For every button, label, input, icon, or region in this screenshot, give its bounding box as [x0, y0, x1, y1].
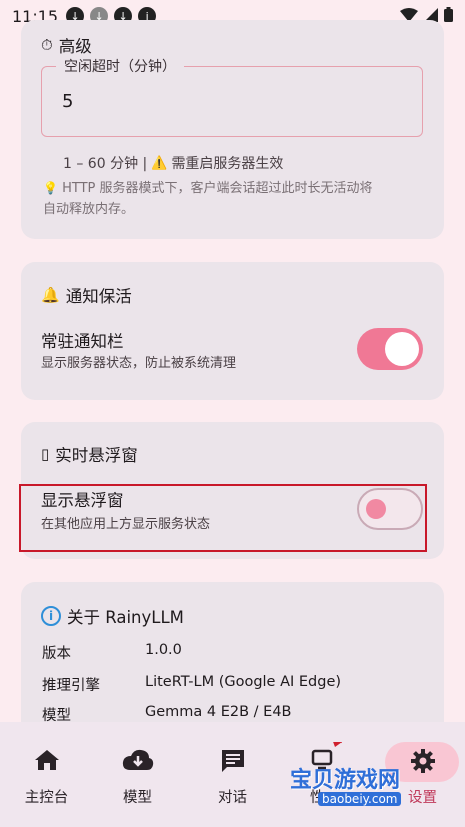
- persistent-notification-toggle[interactable]: [357, 328, 423, 370]
- model-value: Gemma 4 E2B / E4B: [145, 704, 292, 720]
- watermark-logo: 宝贝游戏网 baobeiy.com: [290, 742, 440, 806]
- home-icon: [0, 748, 93, 778]
- about-title-text: 关于 RainyLLM: [67, 608, 184, 627]
- floating-window-title: ▯ 实时悬浮窗: [41, 442, 138, 466]
- idle-info-line1: HTTP 服务器模式下，客户端会话超过此时长无活动将: [62, 181, 373, 196]
- nav-label-chat: 对话: [218, 790, 247, 806]
- version-label: 版本: [42, 646, 71, 662]
- lightbulb-icon: 💡: [43, 181, 58, 195]
- highlight-annotation-box: [19, 484, 427, 552]
- warning-icon: ⚠️: [151, 155, 168, 171]
- advanced-title: ⏱ 高级: [41, 33, 92, 57]
- about-title: i 关于 RainyLLM: [41, 604, 184, 628]
- nav-label-models: 模型: [123, 790, 152, 806]
- persistent-notification-label: 常驻通知栏: [41, 332, 124, 351]
- bell-icon: 🔔: [41, 286, 60, 304]
- nav-item-chat[interactable]: 对话: [186, 722, 279, 827]
- cloud-download-icon: [91, 748, 184, 778]
- engine-label: 推理引擎: [42, 678, 100, 694]
- floating-window-icon: ▯: [41, 445, 50, 463]
- range-hint-text: 1 – 60 分钟 |: [63, 156, 148, 172]
- nav-label-dashboard: 主控台: [24, 790, 69, 806]
- persistent-notification-desc: 显示服务器状态，防止被系统清理: [41, 356, 237, 371]
- engine-value: LiteRT-LM (Google AI Edge): [145, 674, 342, 690]
- keepalive-title: 🔔 通知保活: [41, 283, 132, 307]
- idle-timeout-label: 空闲超时（分钟）: [56, 56, 184, 76]
- watermark-text: 宝贝游戏网: [290, 768, 401, 793]
- watermark-url: baobeiy.com: [318, 792, 402, 806]
- floating-window-title-text: 实时悬浮窗: [55, 446, 138, 465]
- advanced-card: ⏱ 高级 空闲超时（分钟） 5 1 – 60 分钟 | ⚠️ 需重启服务器生效 …: [21, 20, 444, 239]
- idle-info-line2: 自动释放内存。: [43, 202, 135, 217]
- restart-warning: 需重启服务器生效: [171, 156, 284, 172]
- idle-timeout-value[interactable]: 5: [62, 91, 73, 112]
- chat-icon: [186, 748, 279, 780]
- toggle-knob: [385, 332, 419, 366]
- nav-item-models[interactable]: 模型: [91, 722, 184, 827]
- timer-icon: ⏱: [41, 36, 53, 54]
- range-hint: 1 – 60 分钟 | ⚠️ 需重启服务器生效: [63, 153, 283, 173]
- version-value: 1.0.0: [145, 642, 182, 658]
- nav-item-dashboard[interactable]: 主控台: [0, 722, 93, 827]
- keepalive-card: 🔔 通知保活 常驻通知栏 显示服务器状态，防止被系统清理: [21, 262, 444, 400]
- advanced-title-text: 高级: [58, 37, 92, 56]
- idle-info: 💡 HTTP 服务器模式下，客户端会话超过此时长无活动将 自动释放内存。: [43, 178, 433, 220]
- info-circle-icon: i: [41, 606, 61, 626]
- idle-timeout-field[interactable]: 空闲超时（分钟） 5: [41, 56, 423, 137]
- battery-icon: [444, 6, 453, 26]
- keepalive-title-text: 通知保活: [65, 287, 132, 306]
